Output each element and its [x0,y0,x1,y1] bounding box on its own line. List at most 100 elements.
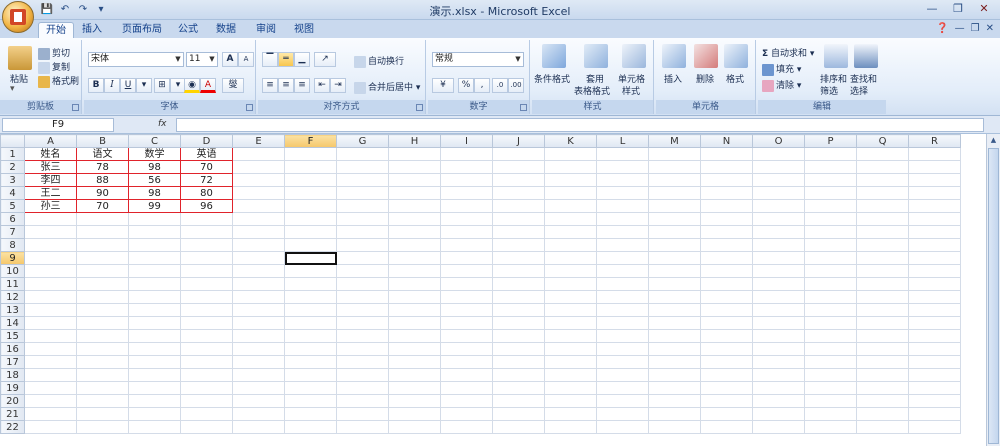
cell-f21[interactable] [284,407,337,421]
cell-b12[interactable] [76,290,129,304]
italic-button[interactable]: I [104,78,120,93]
cell-h5[interactable] [388,199,441,213]
row-header-13[interactable]: 13 [0,303,25,317]
cell-a2[interactable]: 张三 [24,160,77,174]
cell-q18[interactable] [856,368,909,382]
cell-c4[interactable]: 98 [128,186,181,200]
cell-k22[interactable] [544,420,597,434]
cell-e8[interactable] [232,238,285,252]
cell-c10[interactable] [128,264,181,278]
cell-k3[interactable] [544,173,597,187]
cell-n2[interactable] [700,160,753,174]
cell-a3[interactable]: 李四 [24,173,77,187]
cell-d17[interactable] [180,355,233,369]
cell-l11[interactable] [596,277,649,291]
cell-e16[interactable] [232,342,285,356]
ribbon-minimize-icon[interactable]: — [955,23,965,34]
cell-h3[interactable] [388,173,441,187]
cell-a6[interactable] [24,212,77,226]
column-header-j[interactable]: J [492,134,545,148]
cell-n3[interactable] [700,173,753,187]
cell-c12[interactable] [128,290,181,304]
cell-c15[interactable] [128,329,181,343]
border-button[interactable]: ⊞ [154,78,170,93]
cell-a4[interactable]: 王二 [24,186,77,200]
cell-p7[interactable] [804,225,857,239]
row-header-7[interactable]: 7 [0,225,25,239]
cell-b1[interactable]: 语文 [76,147,129,161]
row-header-11[interactable]: 11 [0,277,25,291]
cell-p21[interactable] [804,407,857,421]
cell-l5[interactable] [596,199,649,213]
find-select-label-2[interactable]: 选择 [850,84,868,97]
phonetic-button[interactable]: 燮 [222,78,244,93]
cell-j16[interactable] [492,342,545,356]
cell-e19[interactable] [232,381,285,395]
cell-styles-label-2[interactable]: 样式 [622,84,640,97]
cell-h21[interactable] [388,407,441,421]
clipboard-launcher-icon[interactable] [72,104,79,111]
select-all-corner[interactable] [0,134,25,148]
cell-o19[interactable] [752,381,805,395]
cell-r10[interactable] [908,264,961,278]
cell-h17[interactable] [388,355,441,369]
align-bottom-button[interactable]: ▁ [294,52,310,67]
cell-j5[interactable] [492,199,545,213]
cell-l12[interactable] [596,290,649,304]
cell-r11[interactable] [908,277,961,291]
cell-k13[interactable] [544,303,597,317]
cell-r6[interactable] [908,212,961,226]
cell-j15[interactable] [492,329,545,343]
copy-button[interactable]: 复制 [38,60,70,74]
cell-l13[interactable] [596,303,649,317]
cell-h15[interactable] [388,329,441,343]
cell-p10[interactable] [804,264,857,278]
font-size-select[interactable]: 11 ▼ [186,52,218,67]
cell-e21[interactable] [232,407,285,421]
cell-a11[interactable] [24,277,77,291]
cell-q2[interactable] [856,160,909,174]
cell-h2[interactable] [388,160,441,174]
cell-o8[interactable] [752,238,805,252]
cell-f20[interactable] [284,394,337,408]
column-header-c[interactable]: C [128,134,181,148]
cell-h9[interactable] [388,251,441,265]
cell-j6[interactable] [492,212,545,226]
ribbon-restore-icon[interactable]: ❐ [971,23,980,34]
insert-cells-button[interactable]: 插入 [664,72,682,85]
cell-l9[interactable] [596,251,649,265]
cell-n19[interactable] [700,381,753,395]
cell-o5[interactable] [752,199,805,213]
binoculars-icon[interactable] [854,44,878,68]
cell-g10[interactable] [336,264,389,278]
number-launcher-icon[interactable] [520,104,527,111]
cell-d20[interactable] [180,394,233,408]
cell-i20[interactable] [440,394,493,408]
cell-d5[interactable]: 96 [180,199,233,213]
cell-q14[interactable] [856,316,909,330]
cell-a16[interactable] [24,342,77,356]
cell-g21[interactable] [336,407,389,421]
cell-c8[interactable] [128,238,181,252]
cell-i15[interactable] [440,329,493,343]
cell-e9[interactable] [232,251,285,265]
cell-f11[interactable] [284,277,337,291]
row-header-10[interactable]: 10 [0,264,25,278]
cell-b4[interactable]: 90 [76,186,129,200]
cell-l18[interactable] [596,368,649,382]
cell-f2[interactable] [284,160,337,174]
cell-k20[interactable] [544,394,597,408]
cell-i1[interactable] [440,147,493,161]
column-header-n[interactable]: N [700,134,753,148]
cell-k8[interactable] [544,238,597,252]
column-header-q[interactable]: Q [856,134,909,148]
cell-i3[interactable] [440,173,493,187]
cell-o13[interactable] [752,303,805,317]
cell-o21[interactable] [752,407,805,421]
cell-k16[interactable] [544,342,597,356]
cell-p8[interactable] [804,238,857,252]
cell-e2[interactable] [232,160,285,174]
cell-f14[interactable] [284,316,337,330]
cell-i4[interactable] [440,186,493,200]
cell-e6[interactable] [232,212,285,226]
